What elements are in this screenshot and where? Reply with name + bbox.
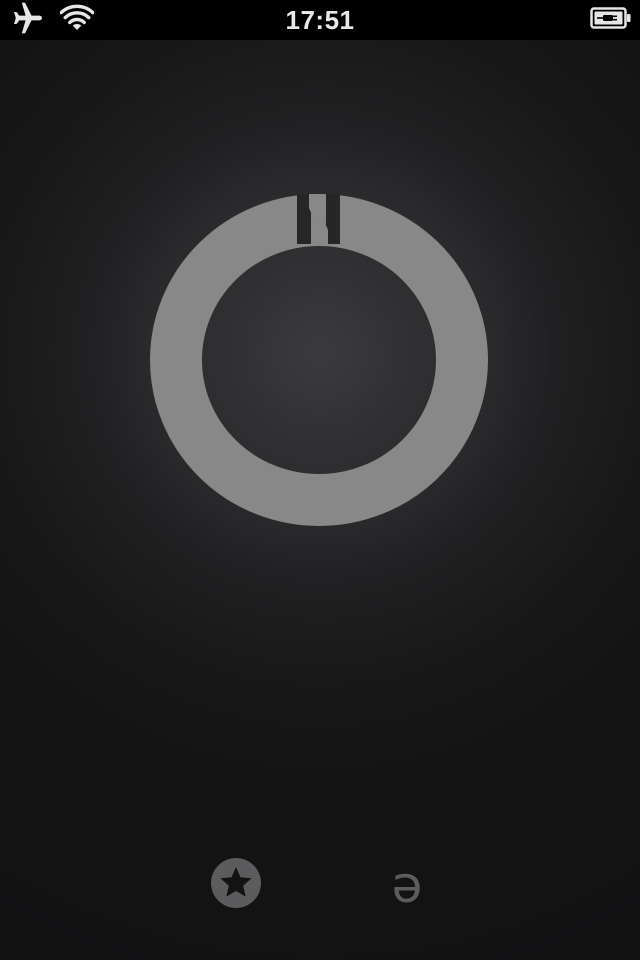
favorites-button[interactable] [206, 850, 266, 920]
status-time: 17:51 [285, 5, 355, 35]
status-bar: 17:51 [0, 0, 640, 40]
status-right-icons [590, 6, 632, 34]
star-ring-icon [209, 856, 263, 915]
app-screen: 17:51 ə [0, 0, 640, 960]
battery-charging-icon [590, 6, 632, 35]
compass-dial[interactable]: N [150, 192, 490, 527]
bottom-toolbar: ə [0, 850, 640, 920]
schwa-icon: ə [391, 856, 423, 914]
pronunciation-button[interactable]: ə [377, 850, 437, 920]
